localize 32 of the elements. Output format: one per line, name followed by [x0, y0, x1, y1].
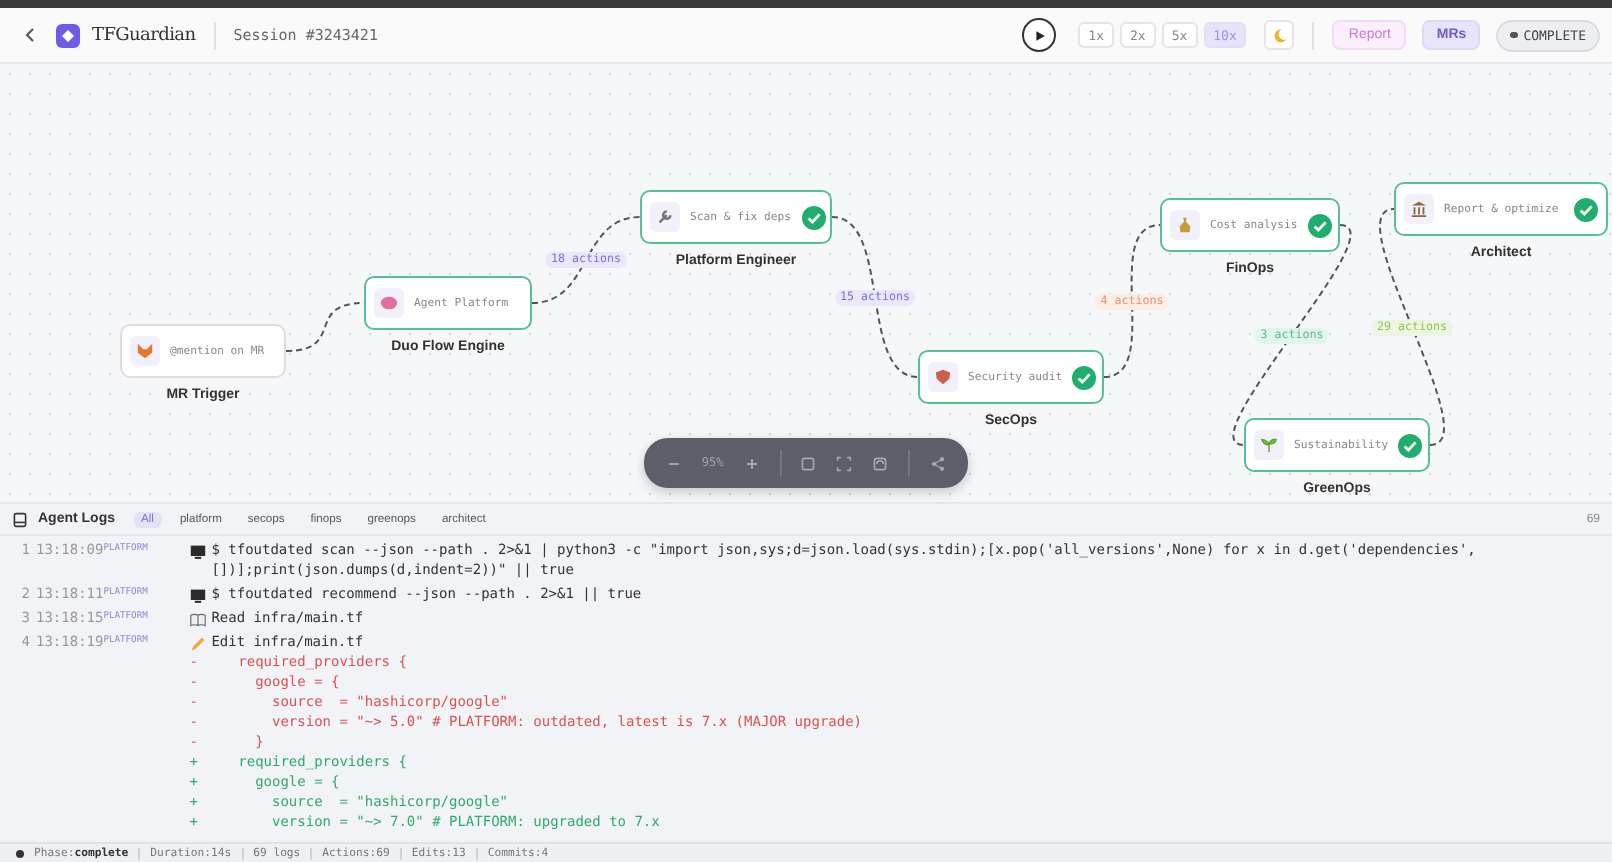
share-icon[interactable]	[930, 455, 947, 471]
building-icon	[1410, 200, 1428, 218]
status-dot	[16, 849, 24, 857]
play-icon	[1033, 29, 1046, 41]
logo-icon	[56, 23, 80, 47]
refresh-icon[interactable]	[872, 455, 889, 471]
zoom-in-icon[interactable]	[743, 455, 760, 471]
shield-icon	[934, 368, 952, 386]
check-icon	[1072, 365, 1097, 389]
brain-icon	[380, 294, 398, 312]
money-bag-icon	[1176, 216, 1194, 234]
connector-line	[285, 302, 365, 352]
check-icon	[1574, 197, 1598, 221]
connector-line	[531, 216, 641, 304]
fox-icon	[136, 342, 154, 360]
seedling-icon	[1260, 436, 1278, 454]
wrench-icon	[656, 208, 674, 226]
book-icon	[189, 611, 206, 627]
pencil-icon	[189, 635, 206, 651]
terminal-icon	[189, 587, 206, 603]
log-icon	[12, 511, 28, 527]
check-icon	[801, 205, 826, 229]
check-icon	[1307, 213, 1332, 237]
terminal-icon	[189, 543, 206, 559]
back-icon[interactable]	[24, 26, 36, 44]
check-icon	[1398, 433, 1423, 457]
square-icon[interactable]	[800, 455, 817, 471]
play-button[interactable]	[1022, 18, 1057, 52]
fullscreen-icon[interactable]	[836, 455, 853, 471]
theme-button[interactable]	[1264, 20, 1295, 50]
app-title: TFGuardian	[92, 25, 196, 45]
moon-icon	[1271, 27, 1288, 43]
